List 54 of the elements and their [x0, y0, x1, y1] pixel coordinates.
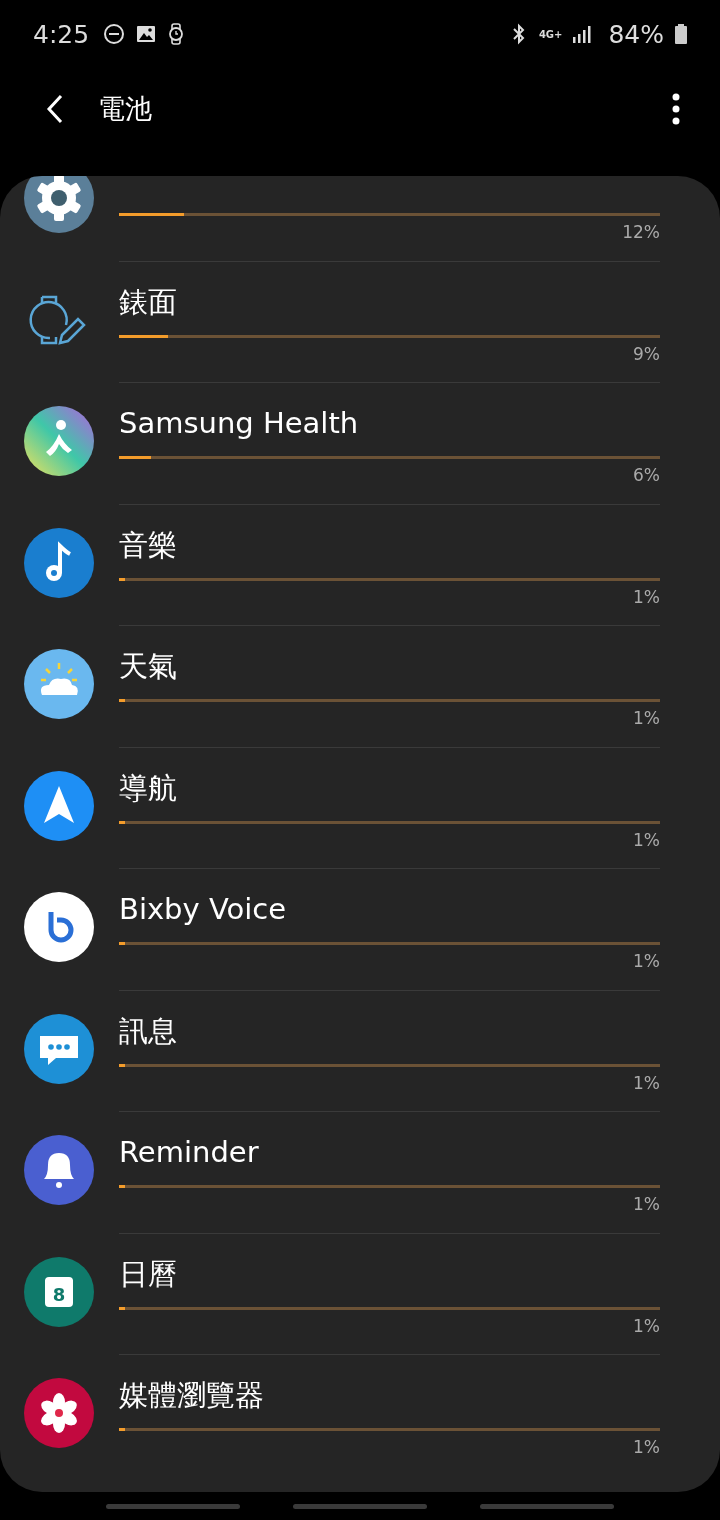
app-row[interactable]: 錶面 9%	[0, 261, 720, 383]
bixby-icon	[24, 892, 94, 962]
app-name: 媒體瀏覽器	[119, 1377, 264, 1413]
signal-icon	[572, 24, 593, 44]
app-row[interactable]: 12%	[0, 176, 720, 262]
usage-percent: 1%	[633, 829, 660, 850]
app-row[interactable]: 8 日曆 1%	[0, 1233, 720, 1355]
app-row[interactable]: 媒體瀏覽器 1%	[0, 1355, 720, 1477]
usage-percent: 1%	[633, 951, 660, 971]
app-name: Samsung Health	[119, 405, 359, 441]
usage-percent: 1%	[633, 708, 660, 728]
clock-time: 4:25	[33, 19, 90, 49]
nav-gesture-bar[interactable]	[479, 1503, 614, 1509]
app-name: 音樂	[119, 526, 177, 563]
bell-icon	[24, 1135, 94, 1205]
app-name: 導航	[119, 769, 177, 806]
app-name: Reminder	[119, 1134, 259, 1170]
app-row[interactable]: Reminder 1%	[0, 1112, 720, 1234]
do-not-disturb-icon	[103, 23, 126, 45]
network-type: 4G+	[538, 28, 563, 40]
nav-gesture-bar[interactable]	[293, 1503, 427, 1509]
page-title: 電池	[98, 92, 152, 126]
app-row[interactable]: 訊息 1%	[0, 990, 720, 1112]
app-row[interactable]: 天氣 1%	[0, 626, 720, 748]
usage-percent: 1%	[633, 1072, 660, 1093]
usage-percent: 9%	[633, 343, 660, 364]
app-name: 日曆	[119, 1255, 177, 1292]
gear-icon	[24, 176, 94, 233]
usage-percent: 1%	[633, 586, 660, 607]
app-name: 錶面	[119, 283, 177, 320]
running-figure-icon	[24, 406, 94, 476]
usage-percent: 6%	[633, 465, 660, 485]
music-note-icon	[24, 527, 94, 598]
app-name: Bixby Voice	[119, 891, 287, 927]
nav-gesture-bar[interactable]	[106, 1503, 241, 1509]
app-row[interactable]: Bixby Voice 1%	[0, 869, 720, 991]
more-options-button[interactable]	[672, 93, 680, 125]
usage-percent: 1%	[633, 1315, 660, 1336]
watch-icon	[167, 23, 186, 45]
flower-icon	[24, 1378, 94, 1448]
image-icon	[135, 23, 158, 45]
battery-icon	[674, 23, 688, 45]
app-name: 天氣	[119, 648, 177, 684]
calendar-day: 8	[45, 1276, 73, 1307]
app-row[interactable]: 音樂 1%	[0, 504, 720, 626]
usage-percent: 1%	[633, 1194, 660, 1214]
chat-bubble-icon	[24, 1013, 94, 1084]
battery-percent: 84%	[608, 19, 664, 49]
usage-percent: 1%	[633, 1437, 660, 1457]
app-row[interactable]: Samsung Health 6%	[0, 383, 720, 505]
sun-cloud-icon	[24, 649, 94, 719]
app-name: 訊息	[119, 1012, 177, 1049]
usage-percent: 12%	[622, 222, 660, 242]
app-row[interactable]: 導航 1%	[0, 747, 720, 869]
